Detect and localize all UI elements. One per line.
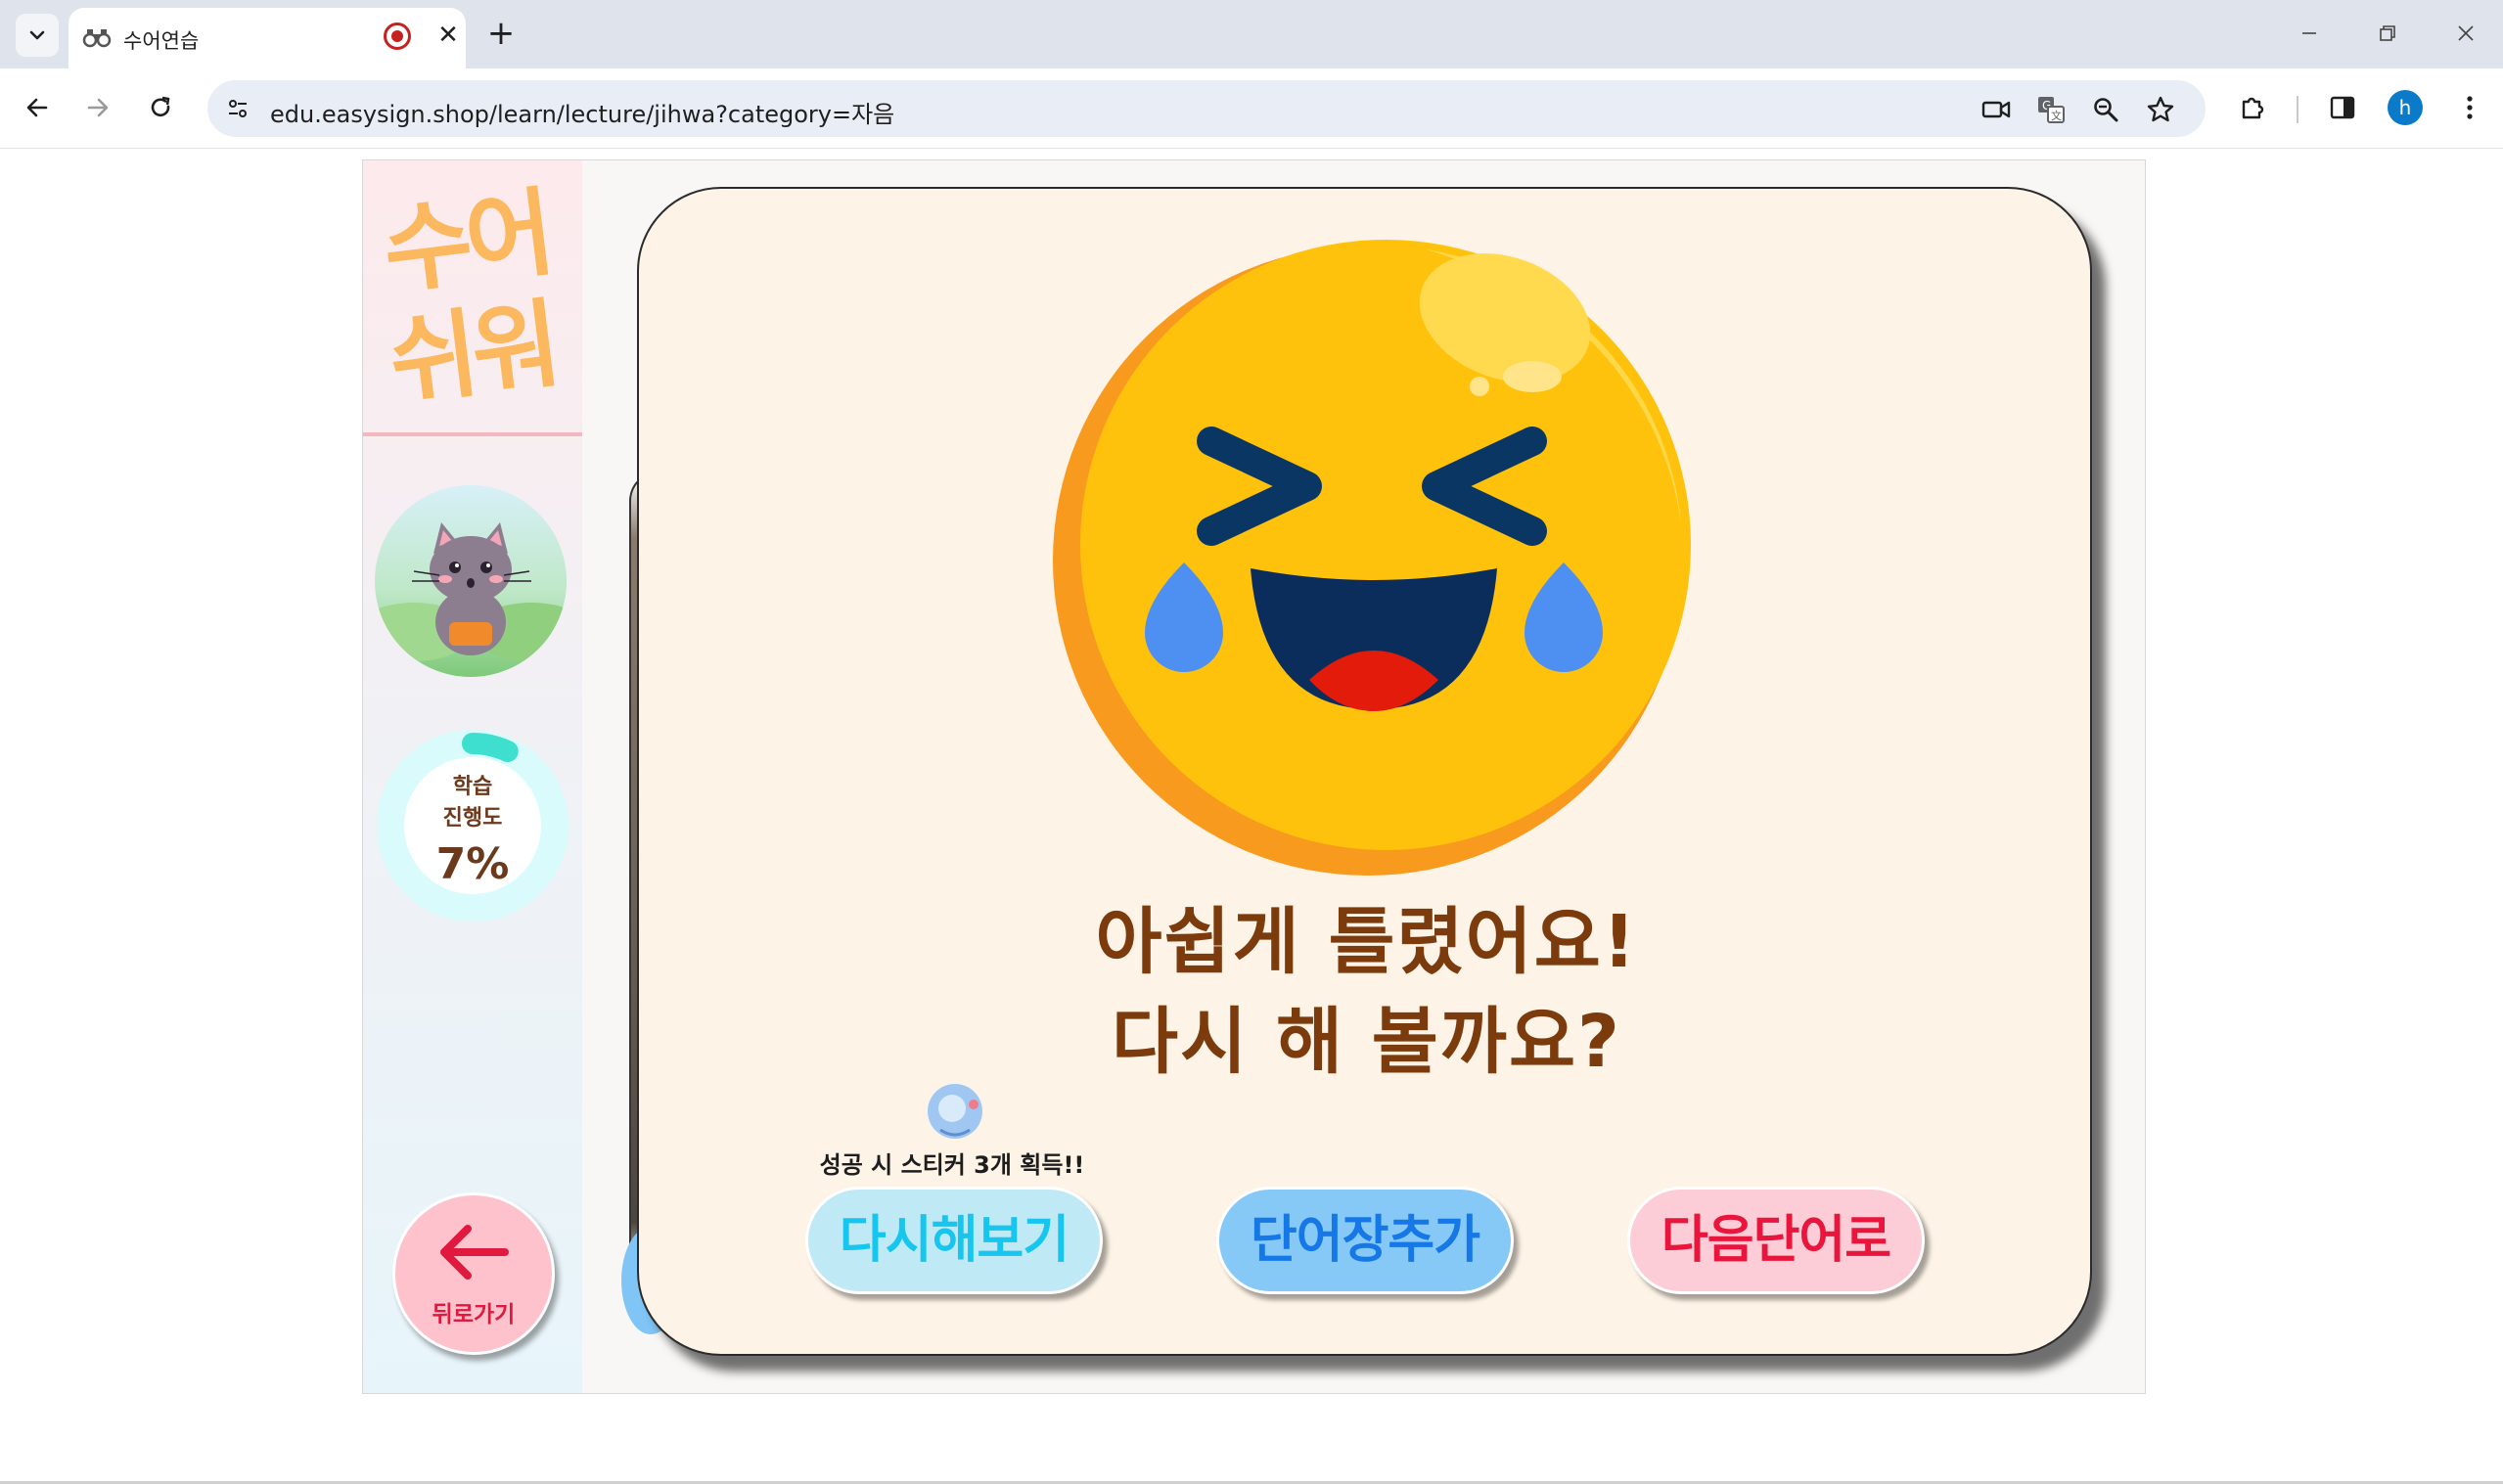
window-close-button[interactable] (2446, 14, 2485, 53)
cat-avatar-icon (375, 522, 567, 661)
result-message-line1: 아쉽게 틀렸어요! (1095, 900, 1638, 984)
back-nav-button[interactable] (16, 86, 59, 129)
tab-close-icon[interactable]: ✕ (432, 20, 464, 51)
minimize-icon (2302, 32, 2316, 34)
close-icon (2458, 25, 2474, 41)
logo-area[interactable]: 수어 쉬워 (363, 160, 582, 436)
more-vertical-icon (2467, 96, 2473, 119)
forward-nav-button[interactable] (76, 86, 119, 129)
svg-text:文: 文 (2051, 109, 2062, 122)
side-panel-button[interactable] (2323, 88, 2362, 127)
sticker-character-icon (928, 1084, 982, 1139)
url-text[interactable]: edu.easysign.shop/learn/lecture/jihwa?ca… (270, 95, 894, 129)
bookmark-star-icon[interactable] (2143, 92, 2178, 127)
chevron-down-icon (29, 30, 45, 40)
browser-tabstrip: 수어연습 ✕ + (0, 0, 2503, 68)
new-tab-button[interactable]: + (481, 14, 521, 53)
result-modal: 아쉽게 틀렸어요! 다시 해 볼까요? 성공 시 스티커 3개 획득!! 다시해… (637, 187, 2092, 1356)
zoom-icon[interactable] (2088, 92, 2123, 127)
tab-title: 수어연습 (123, 29, 200, 53)
svg-text:수어: 수어 (378, 177, 555, 308)
sticker-reward-note: 성공 시 스티커 3개 획득!! (819, 1151, 1085, 1179)
laughing-crying-emoji-icon (1053, 240, 1691, 876)
recording-indicator-icon (384, 22, 411, 50)
result-message-line2: 다시 해 볼까요? (1112, 1000, 1621, 1084)
window-minimize-button[interactable] (2290, 14, 2329, 53)
user-avatar[interactable] (375, 485, 567, 677)
camera-in-use-icon[interactable] (1979, 92, 2014, 127)
add-vocabulary-button[interactable]: 단어장추가 (1216, 1187, 1514, 1294)
browser-toolbar: edu.easysign.shop/learn/lecture/jihwa?ca… (0, 68, 2503, 149)
side-panel-icon (2330, 96, 2355, 119)
window-restore-button[interactable] (2368, 14, 2407, 53)
svg-text:쉬워: 쉬워 (384, 289, 561, 408)
profile-avatar[interactable]: h (2388, 90, 2423, 125)
puzzle-icon (2242, 97, 2264, 119)
reload-icon (151, 96, 170, 117)
arrow-right-icon (87, 98, 109, 117)
logo-lettering-icon: 수어 쉬워 (378, 177, 561, 419)
back-button-label: 뒤로가기 (432, 1302, 516, 1327)
restore-icon (2380, 25, 2395, 41)
arrow-left-icon (26, 98, 48, 117)
retry-button[interactable]: 다시해보기 (805, 1187, 1103, 1294)
arrow-left-icon (440, 1225, 509, 1280)
sidebar: 수어 쉬워 학습 진행도 7% 뒤로가기 (363, 160, 582, 1393)
tab-search-button[interactable] (16, 14, 59, 57)
back-button[interactable]: 뒤로가기 (392, 1192, 555, 1355)
translate-icon[interactable]: G文 (2033, 92, 2069, 127)
toolbar-divider (2297, 96, 2298, 123)
browser-tab-active[interactable]: 수어연습 ✕ (68, 8, 466, 68)
site-settings-icon[interactable] (221, 92, 254, 125)
binoculars-favicon-icon (82, 29, 112, 48)
next-word-button[interactable]: 다음단어로 (1627, 1187, 1925, 1294)
extensions-button[interactable] (2233, 88, 2272, 127)
progress-label-line2: 진행도 (442, 806, 503, 831)
browser-menu-button[interactable] (2450, 88, 2489, 127)
app-logo: 수어 쉬워 (376, 173, 574, 431)
progress-ring: 학습 진행도 7% (377, 730, 569, 922)
address-bar[interactable]: edu.easysign.shop/learn/lecture/jihwa?ca… (207, 80, 2206, 137)
page-frame: 수어 쉬워 학습 진행도 7% 뒤로가기 아쉽게 틀렸어요! 다시 해 볼까요?… (362, 159, 2146, 1394)
progress-center: 학습 진행도 7% (404, 757, 541, 894)
progress-value: 7% (435, 839, 510, 889)
reload-button[interactable] (139, 86, 182, 129)
progress-label-line1: 학습 (452, 775, 493, 799)
